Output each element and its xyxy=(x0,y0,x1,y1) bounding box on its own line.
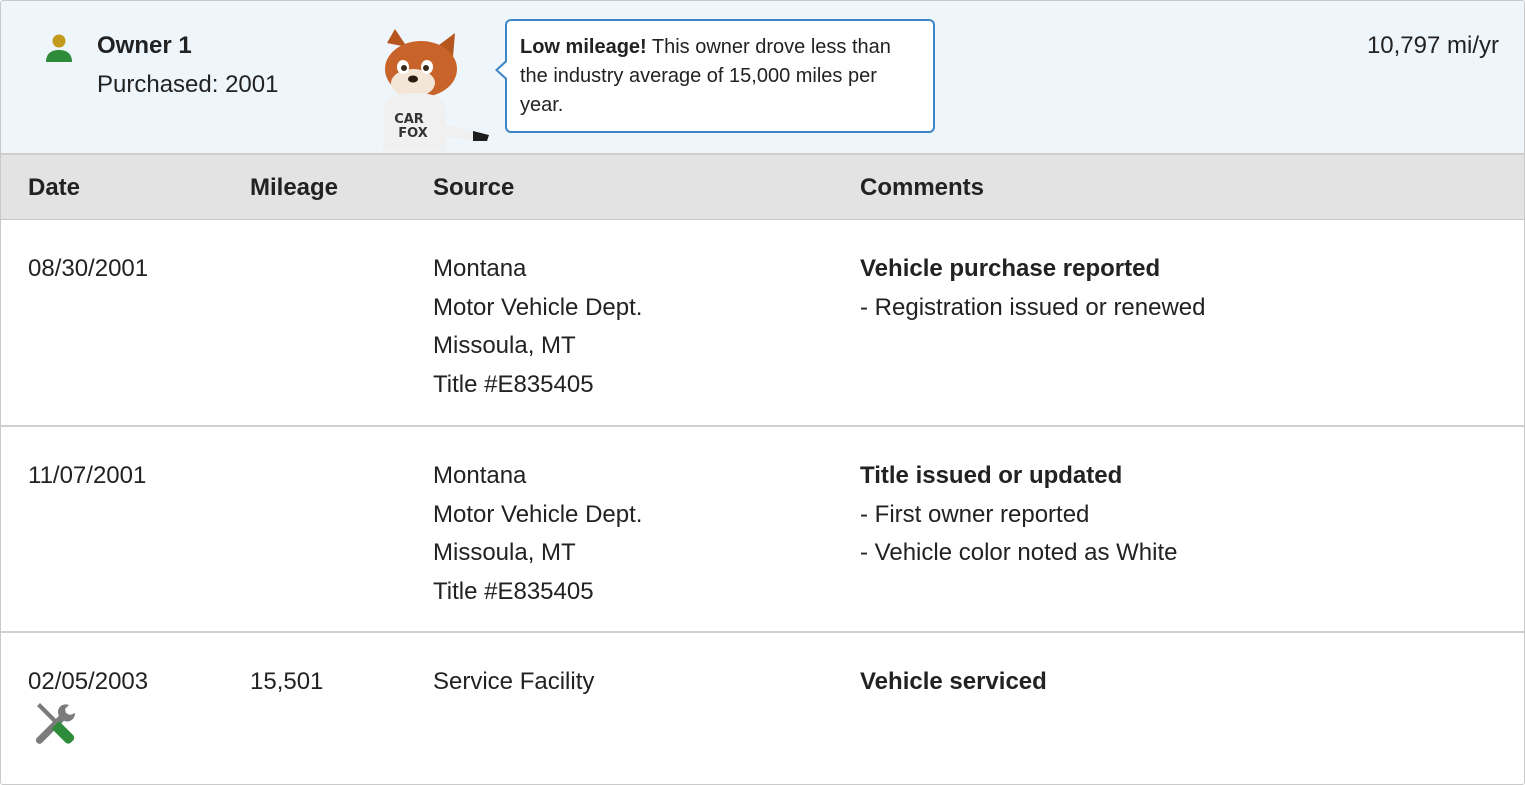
comment-line: - First owner reported xyxy=(860,500,1090,528)
row-source: Montana Motor Vehicle Dept. Missoula, MT… xyxy=(433,250,642,404)
header-comments: Comments xyxy=(860,174,985,201)
person-icon xyxy=(46,34,72,62)
table-row: 08/30/2001 Montana Motor Vehicle Dept. M… xyxy=(1,220,1524,427)
row-comments: Title issued or updated - First owner re… xyxy=(860,457,1178,573)
owner-purchased-year: Purchased: 2001 xyxy=(97,71,279,98)
callout-bold: Low mileage! xyxy=(520,36,647,58)
row-mileage: 15,501 xyxy=(250,668,324,695)
source-line: Motor Vehicle Dept. xyxy=(433,293,643,321)
carfox-mascot-image: CAR FOX xyxy=(383,29,489,151)
source-line: Missoula, MT xyxy=(433,332,576,359)
header-mileage: Mileage xyxy=(250,174,339,201)
owner-header: Owner 1 Purchased: 2001 CAR FOX Low mile… xyxy=(1,1,1524,155)
row-date: 02/05/2003 xyxy=(28,668,149,695)
source-line: Montana xyxy=(433,462,527,489)
source-line: Title #E835405 xyxy=(433,577,594,605)
comment-title: Vehicle serviced xyxy=(860,668,1047,695)
row-source: Montana Motor Vehicle Dept. Missoula, MT… xyxy=(433,457,642,611)
comment-line: - Vehicle color noted as White xyxy=(860,539,1178,566)
owner-title: Owner 1 xyxy=(97,32,192,59)
vehicle-history-panel: Owner 1 Purchased: 2001 CAR FOX Low mile… xyxy=(0,0,1525,785)
low-mileage-callout: Low mileage! This owner drove less than … xyxy=(495,19,935,133)
wrench-screwdriver-icon xyxy=(35,703,75,744)
row-date: 11/07/2001 xyxy=(28,462,147,489)
source-line: Motor Vehicle Dept. xyxy=(433,500,643,528)
row-date: 08/30/2001 xyxy=(28,255,149,282)
mascot-shirt-text-line-2: FOX xyxy=(398,126,428,141)
header-source: Source xyxy=(433,174,515,201)
table-header-row: Date Mileage Source Comments xyxy=(1,155,1524,220)
source-line: Service Facility xyxy=(433,668,595,695)
comment-title: Vehicle purchase reported xyxy=(860,255,1161,282)
comment-line: - Registration issued or renewed xyxy=(860,293,1206,321)
row-comments: Vehicle serviced xyxy=(860,663,1047,702)
mileage-per-year: 10,797 mi/yr xyxy=(1366,32,1499,59)
mascot-shirt-text-line-1: CAR xyxy=(394,112,424,127)
table-row: 02/05/2003 15,501 Service Facility Vehic… xyxy=(1,633,1524,784)
table-row: 11/07/2001 Montana Motor Vehicle Dept. M… xyxy=(1,427,1524,633)
source-line: Title #E835405 xyxy=(433,370,594,398)
row-source: Service Facility xyxy=(433,663,594,702)
row-comments: Vehicle purchase reported - Registration… xyxy=(860,250,1206,327)
header-date: Date xyxy=(28,174,81,201)
source-line: Missoula, MT xyxy=(433,539,576,566)
source-line: Montana xyxy=(433,255,527,282)
comment-title: Title issued or updated xyxy=(860,462,1123,489)
